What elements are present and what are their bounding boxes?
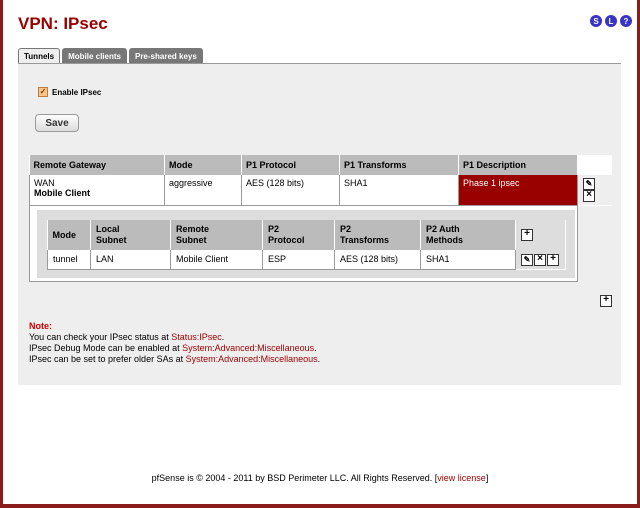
- tunnels-panel: ✓ Enable IPsec Save Remote Gateway Mode …: [18, 63, 621, 385]
- enable-ipsec-label: Enable IPsec: [52, 87, 102, 97]
- col-p2-protocol: P2 Protocol: [262, 220, 335, 250]
- cell-remote-subnet: Mobile Client: [170, 250, 263, 270]
- cell-p2-auth: SHA1: [420, 250, 516, 270]
- tab-tunnels[interactable]: Tunnels: [18, 48, 61, 64]
- tab-pre-shared-keys[interactable]: Pre-shared keys: [128, 48, 203, 64]
- cell-p2-mode: tunnel: [47, 250, 91, 270]
- copy-phase2-icon[interactable]: [547, 253, 559, 266]
- phase1-actions: [577, 175, 612, 205]
- footer-copyright: pfSense is © 2004 - 2011 by BSD Perimete…: [151, 473, 438, 483]
- gateway-remote: Mobile Client: [34, 188, 90, 198]
- cell-local-subnet: LAN: [90, 250, 171, 270]
- delete-phase1-icon[interactable]: [583, 189, 595, 202]
- col-mode: Mode: [164, 155, 242, 175]
- cell-mode: aggressive: [164, 175, 242, 206]
- note-section: Note: You can check your IPsec status at…: [29, 321, 320, 365]
- delete-phase2-icon[interactable]: [534, 253, 546, 266]
- help-icon[interactable]: ?: [620, 15, 632, 27]
- col-p2-auth-methods: P2 Auth Methods: [420, 220, 516, 250]
- header-icons: S L ?: [590, 15, 632, 27]
- cell-p2-transforms: AES (128 bits): [334, 250, 421, 270]
- phase1-table: Remote Gateway Mode P1 Protocol P1 Trans…: [29, 155, 612, 206]
- tab-mobile-clients[interactable]: Mobile clients: [62, 48, 127, 64]
- footer: pfSense is © 2004 - 2011 by BSD Perimete…: [151, 473, 489, 483]
- page-title: VPN: IPsec: [18, 14, 108, 33]
- phase2-actions: [515, 250, 565, 269]
- col-p2-mode: Mode: [47, 220, 91, 250]
- save-button[interactable]: Save: [35, 114, 79, 132]
- phase2-row[interactable]: tunnel LAN Mobile Client ESP AES (128 bi…: [47, 250, 565, 270]
- cell-p2-protocol: ESP: [262, 250, 335, 270]
- col-p1-description: P1 Description: [458, 155, 578, 175]
- col-p1-protocol: P1 Protocol: [241, 155, 340, 175]
- col-p2-transforms: P2 Transforms: [334, 220, 421, 250]
- edit-phase2-icon[interactable]: [521, 253, 533, 266]
- phase2-container: Mode Local Subnet Remote Subnet P2 Protocol…: [29, 205, 578, 282]
- advanced-misc-link-2[interactable]: System:Advanced:Miscellaneous: [186, 354, 318, 364]
- advanced-misc-link-1[interactable]: System:Advanced:Miscellaneous: [182, 343, 314, 353]
- window-frame-left: [0, 0, 3, 508]
- status-ipsec-link[interactable]: Status:IPsec: [171, 332, 222, 342]
- view-license-link[interactable]: view license: [437, 473, 486, 483]
- enable-ipsec-row: ✓ Enable IPsec: [38, 87, 101, 97]
- col-remote-subnet: Remote Subnet: [170, 220, 263, 250]
- col-p1-transforms: P1 Transforms: [339, 155, 459, 175]
- add-phase2-icon[interactable]: [521, 228, 533, 241]
- col-local-subnet: Local Subnet: [90, 220, 171, 250]
- note-line-3: IPsec can be set to prefer older SAs at …: [29, 354, 321, 364]
- cell-remote-gateway: WAN Mobile Client: [29, 175, 165, 206]
- phase2-header-actions: [515, 220, 565, 250]
- gateway-interface: WAN: [34, 178, 55, 188]
- phase1-header-row: Remote Gateway Mode P1 Protocol P1 Trans…: [29, 155, 612, 175]
- log-shortcut-icon[interactable]: L: [605, 15, 617, 27]
- cell-p1-protocol: AES (128 bits): [241, 175, 340, 206]
- note-title: Note:: [29, 321, 52, 331]
- add-phase1-icon[interactable]: [600, 294, 612, 307]
- phase2-header-row: Mode Local Subnet Remote Subnet P2 Protocol…: [47, 220, 565, 250]
- note-line-2: IPsec Debug Mode can be enabled at Syste…: [29, 343, 317, 353]
- status-shortcut-icon[interactable]: S: [590, 15, 602, 27]
- note-line-1: You can check your IPsec status at Statu…: [29, 332, 225, 342]
- phase2-inner: Mode Local Subnet Remote Subnet P2 Protocol…: [37, 210, 575, 278]
- enable-ipsec-checkbox[interactable]: ✓: [38, 87, 48, 97]
- cell-p1-transforms: SHA1: [339, 175, 459, 206]
- phase1-row[interactable]: WAN Mobile Client aggressive AES (128 bi…: [29, 175, 612, 206]
- phase2-table: Mode Local Subnet Remote Subnet P2 Protocol…: [47, 220, 566, 270]
- tab-bar: Tunnels Mobile clients Pre-shared keys: [18, 48, 203, 64]
- col-remote-gateway: Remote Gateway: [29, 155, 165, 175]
- cell-p1-description: Phase 1 ipsec: [458, 175, 578, 206]
- window-frame-bottom: [0, 504, 640, 508]
